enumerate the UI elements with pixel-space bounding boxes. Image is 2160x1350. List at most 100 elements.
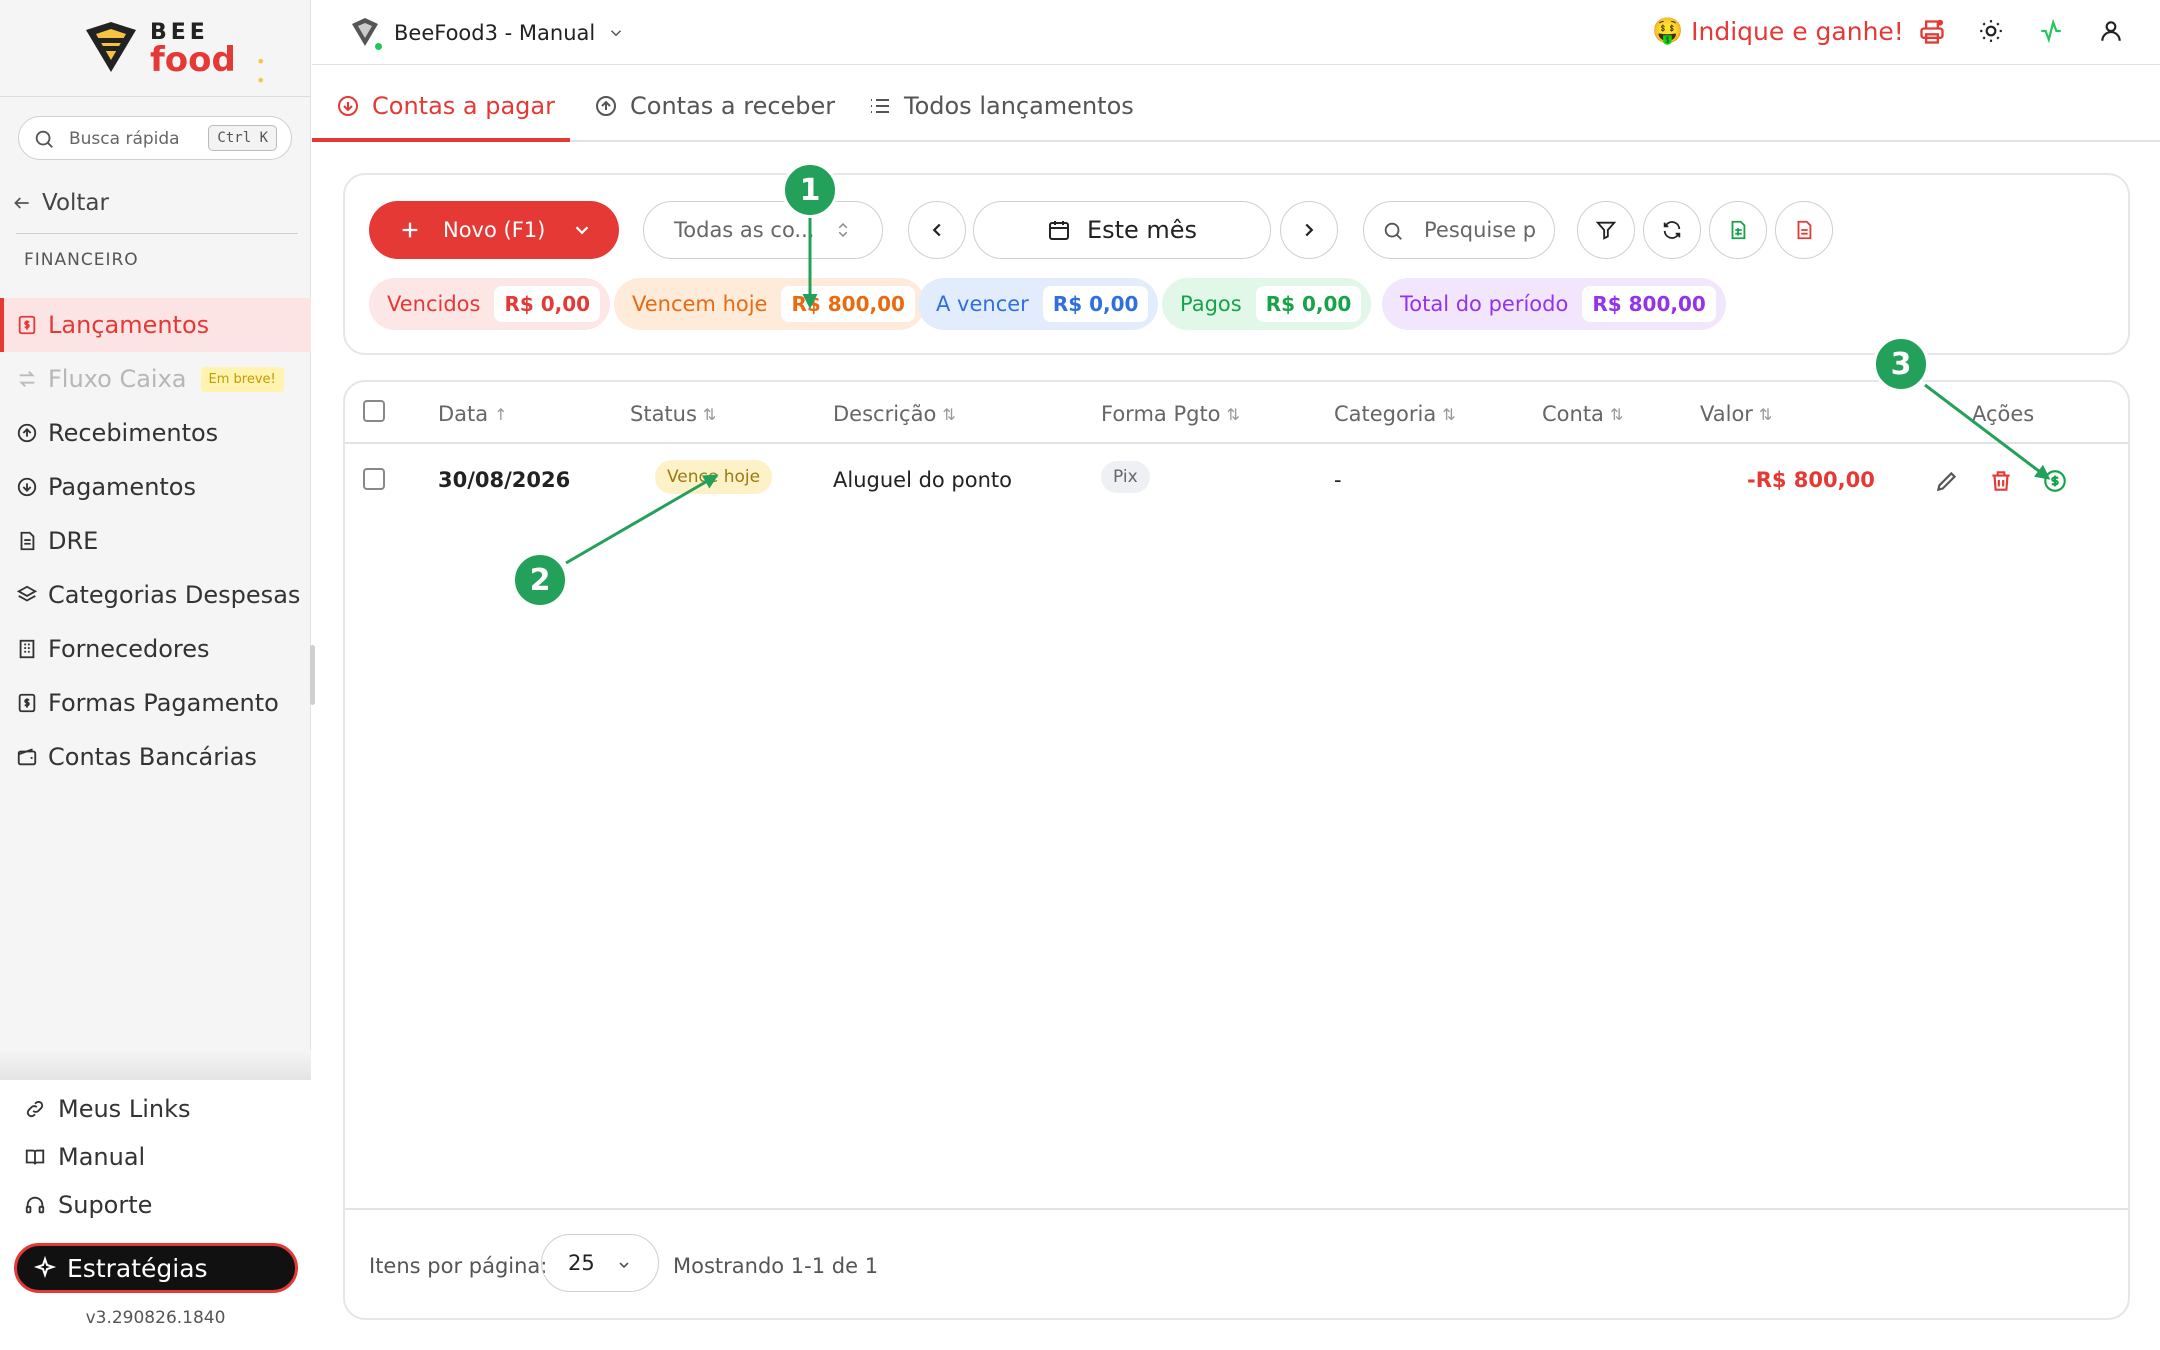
quick-search[interactable]: Busca rápida Ctrl K <box>18 116 292 160</box>
printer-button[interactable] <box>1918 18 1946 50</box>
per-page-value: 25 <box>568 1251 595 1275</box>
new-entry-button[interactable]: Novo (F1) <box>369 201 619 259</box>
plus-icon <box>402 222 418 238</box>
activity-icon <box>2041 18 2061 44</box>
chevron-right-icon <box>1305 223 1314 237</box>
export-excel-button[interactable] <box>1709 201 1767 259</box>
summary-value: R$ 800,00 <box>781 286 915 322</box>
next-period-button[interactable] <box>1280 201 1338 259</box>
sort-icon: ⇅ <box>1226 404 1240 424</box>
column-header-categoria[interactable]: Categoria ⇅ <box>1334 402 1456 426</box>
user-menu-button[interactable] <box>2098 18 2124 48</box>
coming-soon-badge: Em breve! <box>200 366 284 392</box>
column-header-status[interactable]: Status ⇅ <box>630 402 716 426</box>
store-selector[interactable]: BeeFood3 - Manual <box>348 16 625 52</box>
refresh-button[interactable] <box>1643 201 1701 259</box>
cell-category: - <box>1334 468 1342 492</box>
app-version: v3.290826.1840 <box>85 1308 226 1328</box>
beefood-logo[interactable]: BEE food • • <box>78 18 278 90</box>
refer-link[interactable]: 🤑 Indique e ganhe! <box>1652 16 1904 46</box>
summary-pagos[interactable]: Pagos R$ 0,00 <box>1162 278 1372 330</box>
sidebar-item-label: Lançamentos <box>48 311 210 339</box>
back-link[interactable]: Voltar <box>12 188 109 218</box>
sidebar-item-categorias[interactable]: Categorias Despesas <box>0 568 311 622</box>
pdf-document-icon <box>1797 220 1812 240</box>
summary-value: R$ 0,00 <box>494 286 601 322</box>
column-label: Categoria <box>1334 402 1437 426</box>
dollar-circle-icon <box>2044 470 2066 492</box>
column-label: Ações <box>1972 402 2035 426</box>
pay-button[interactable] <box>2042 468 2068 498</box>
filter-icon <box>1595 221 1617 240</box>
sidebar-item-formas-pagamento[interactable]: Formas Pagamento <box>0 676 311 730</box>
account-select[interactable]: Todas as co... <box>643 201 883 259</box>
refer-label: Indique e ganhe! <box>1691 16 1904 46</box>
summary-label: Total do período <box>1400 292 1569 316</box>
tab-contas-a-pagar[interactable]: Contas a pagar <box>336 86 555 126</box>
sidebar-item-label: Pagamentos <box>48 473 196 501</box>
sidebar-item-lancamentos[interactable]: Lançamentos <box>0 298 311 352</box>
tab-label: Todos lançamentos <box>904 92 1134 120</box>
column-header-data[interactable]: Data ↑ <box>438 402 508 426</box>
sort-icon: ⇅ <box>1609 404 1624 424</box>
sidebar-item-label: Recebimentos <box>48 419 219 447</box>
filter-button[interactable] <box>1577 201 1635 259</box>
strategies-label: Estratégias <box>67 1253 208 1283</box>
period-selector[interactable]: Este mês <box>973 201 1271 259</box>
printer-icon <box>1920 19 1944 44</box>
shortcut-hint: Ctrl K <box>208 125 277 151</box>
per-page-label: Itens por página: <box>369 1254 548 1278</box>
suporte-link[interactable]: Suporte <box>24 1188 152 1222</box>
summary-a-vencer[interactable]: A vencer R$ 0,00 <box>918 278 1159 330</box>
back-label: Voltar <box>42 190 109 216</box>
bottom-link-label: Meus Links <box>58 1095 191 1123</box>
chevrons-up-down-icon <box>838 222 848 238</box>
section-label: FINANCEIRO <box>24 250 139 270</box>
tab-todos-lancamentos[interactable]: Todos lançamentos <box>868 86 1134 126</box>
sort-icon: ⇅ <box>702 404 717 424</box>
meus-links-link[interactable]: Meus Links <box>24 1092 190 1126</box>
select-all-checkbox[interactable] <box>363 400 385 422</box>
delete-button[interactable] <box>1988 468 2014 498</box>
dollar-doc-icon <box>18 315 36 335</box>
sidebar-item-pagamentos[interactable]: Pagamentos <box>0 460 311 514</box>
theme-toggle[interactable] <box>1978 18 2004 48</box>
summary-total-periodo[interactable]: Total do período R$ 800,00 <box>1382 278 1726 330</box>
table-row[interactable]: 30/08/2026 Vence hoje Aluguel do ponto P… <box>345 444 2128 516</box>
back-divider <box>16 233 298 234</box>
sidebar: BEE food • • Busca rápida Ctrl K Voltar … <box>0 0 315 1350</box>
previous-period-button[interactable] <box>908 201 966 259</box>
sidebar-item-label: Fornecedores <box>48 635 210 663</box>
column-header-forma-pgto[interactable]: Forma Pgto ⇅ <box>1101 402 1240 426</box>
tab-contas-a-receber[interactable]: Contas a receber <box>594 86 835 126</box>
list-icon <box>871 99 889 113</box>
row-checkbox[interactable] <box>363 468 385 490</box>
strategies-button[interactable]: Estratégias <box>14 1243 298 1293</box>
summary-label: Vencidos <box>387 292 481 316</box>
sidebar-item-recebimentos[interactable]: Recebimentos <box>0 406 311 460</box>
sidebar-resize-handle[interactable] <box>310 645 315 705</box>
summary-vencem-hoje[interactable]: Vencem hoje R$ 800,00 <box>614 278 925 330</box>
column-header-conta[interactable]: Conta ⇅ <box>1542 402 1623 426</box>
column-header-descricao[interactable]: Descrição ⇅ <box>833 402 956 426</box>
entries-table: Data ↑ Status ⇅ Descrição ⇅ Forma Pgto ⇅ Cat… <box>343 380 2130 1320</box>
bottom-link-label: Manual <box>58 1143 146 1171</box>
export-pdf-button[interactable] <box>1775 201 1833 259</box>
manual-link[interactable]: Manual <box>24 1140 145 1174</box>
edit-button[interactable] <box>1934 468 1960 498</box>
annotation-marker-2: 2 <box>512 552 568 608</box>
sidebar-item-fornecedores[interactable]: Fornecedores <box>0 622 311 676</box>
search-icon <box>1384 222 1402 240</box>
money-face-icon: 🤑 <box>1652 16 1684 45</box>
column-header-valor[interactable]: Valor ⇅ <box>1700 402 1772 426</box>
sidebar-item-contas-bancarias[interactable]: Contas Bancárias <box>0 730 311 784</box>
per-page-select[interactable]: 25 <box>541 1234 659 1292</box>
user-icon <box>2101 21 2121 41</box>
bottom-link-label: Suporte <box>58 1191 153 1219</box>
activity-button[interactable] <box>2038 18 2064 48</box>
spreadsheet-icon <box>1731 220 1746 240</box>
summary-value: R$ 800,00 <box>1582 286 1716 322</box>
sidebar-item-dre[interactable]: DRE <box>0 514 311 568</box>
summary-vencidos[interactable]: Vencidos R$ 0,00 <box>369 278 611 330</box>
search-input[interactable]: Pesquise p <box>1363 201 1555 259</box>
